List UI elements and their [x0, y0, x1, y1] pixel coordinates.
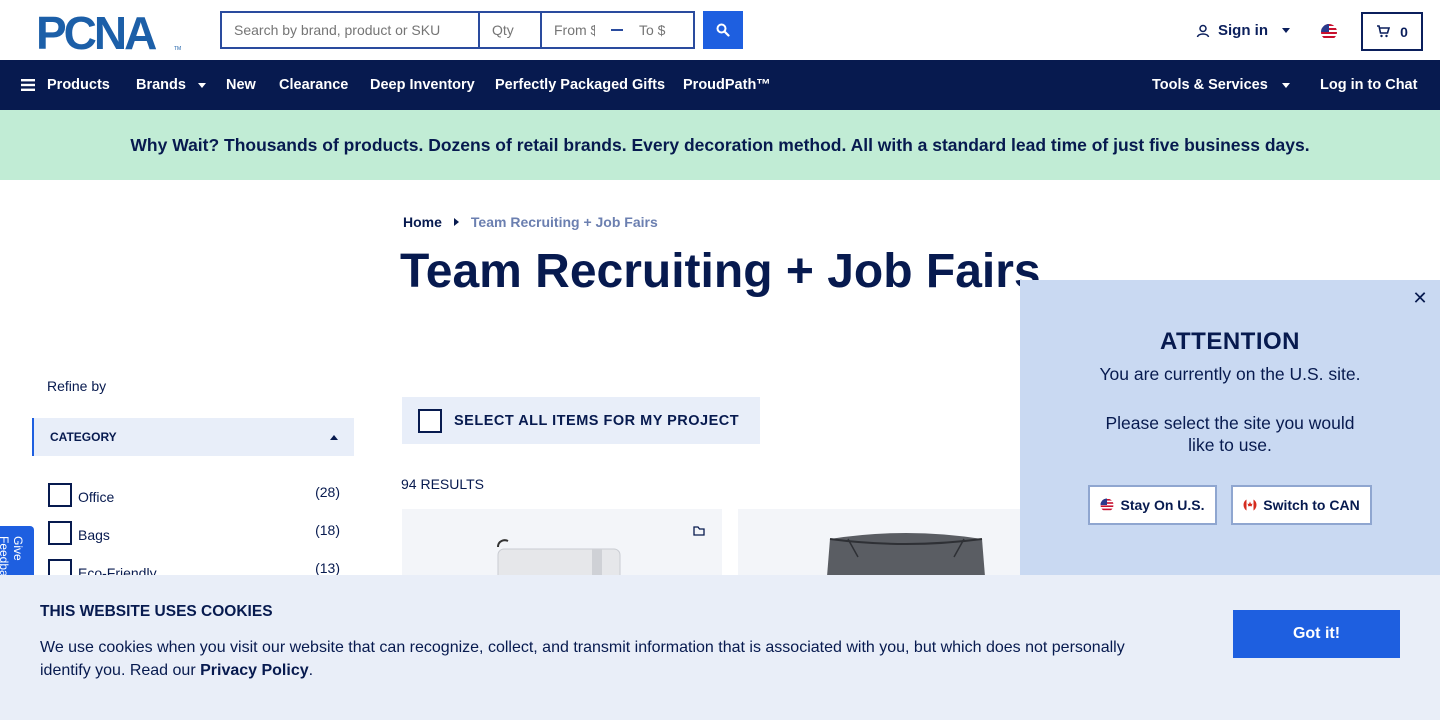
menu-icon	[21, 79, 35, 91]
stay-on-us-button[interactable]: Stay On U.S.	[1088, 485, 1217, 525]
canada-flag-icon	[1243, 498, 1257, 512]
switch-to-can-button[interactable]: Switch to CAN	[1231, 485, 1372, 525]
search-input[interactable]	[220, 11, 478, 49]
chevron-down-icon	[1282, 28, 1290, 33]
us-flag-icon[interactable]	[1320, 23, 1338, 41]
nav-brands[interactable]: Brands	[136, 60, 206, 110]
pcna-logo[interactable]: PCNA TM	[36, 12, 184, 52]
chevron-down-icon	[1281, 82, 1290, 88]
category-header-label: CATEGORY	[50, 430, 117, 444]
nav-deep-inventory-label: Deep Inventory	[370, 77, 475, 93]
stay-label: Stay On U.S.	[1120, 497, 1205, 513]
cart-icon	[1377, 25, 1391, 38]
nav-products-label: Products	[47, 77, 110, 93]
search-button[interactable]	[703, 11, 743, 49]
category-label: Bags	[78, 527, 110, 543]
category-count: (28)	[315, 484, 340, 500]
select-all-label: SELECT ALL ITEMS FOR MY PROJECT	[454, 412, 740, 429]
nav-new-label: New	[226, 77, 256, 93]
category-count: (18)	[315, 522, 340, 538]
cart-button[interactable]: 0	[1361, 12, 1423, 51]
nav-clearance-label: Clearance	[279, 77, 349, 93]
breadcrumb: Home Team Recruiting + Job Fairs	[403, 214, 658, 230]
nav-perfectly-packaged-gifts[interactable]: Perfectly Packaged Gifts	[495, 60, 665, 110]
nav-brands-label: Brands	[136, 77, 186, 93]
nav-tools-label: Tools & Services	[1152, 77, 1268, 93]
checkbox[interactable]	[48, 483, 72, 507]
chevron-up-icon	[330, 434, 338, 440]
category-filter-header[interactable]: CATEGORY	[32, 418, 354, 456]
site-header: PCNA TM Sign in	[0, 0, 1440, 60]
promo-text: Why Wait? Thousands of products. Dozens …	[130, 134, 1310, 155]
select-all-bar[interactable]: SELECT ALL ITEMS FOR MY PROJECT	[402, 397, 760, 444]
price-from-input[interactable]	[542, 13, 607, 47]
chevron-down-icon	[197, 82, 206, 88]
nav-proudpath-label: ProudPath™	[683, 77, 771, 93]
qty-input[interactable]	[478, 11, 540, 49]
popup-instructions: Please select the site you would like to…	[1105, 413, 1355, 455]
breadcrumb-current: Team Recruiting + Job Fairs	[470, 214, 658, 230]
chevron-right-icon	[453, 218, 459, 226]
sign-in-menu[interactable]: Sign in	[1196, 22, 1290, 39]
logo-text: PCNA	[36, 12, 156, 52]
price-range	[540, 11, 695, 49]
nav-new[interactable]: New	[226, 60, 256, 110]
cookie-tail: .	[308, 662, 314, 679]
nav-clearance[interactable]: Clearance	[279, 60, 348, 110]
nav-proudpath[interactable]: ProudPath™	[683, 60, 771, 110]
category-count: (13)	[315, 560, 340, 576]
breadcrumb-home[interactable]: Home	[403, 214, 442, 230]
site-selection-popup: ✕ ATTENTION You are currently on the U.S…	[1020, 280, 1440, 580]
svg-text:TM: TM	[174, 46, 181, 52]
nav-deep-inventory[interactable]: Deep Inventory	[370, 60, 475, 110]
popup-current-site: You are currently on the U.S. site.	[1099, 364, 1361, 384]
nav-tools-services[interactable]: Tools & Services	[1152, 60, 1290, 110]
promo-banner: Why Wait? Thousands of products. Dozens …	[0, 110, 1440, 180]
price-range-dash	[611, 29, 623, 31]
search-icon	[716, 23, 730, 37]
refine-by-label: Refine by	[47, 378, 107, 394]
category-option-office[interactable]: Office (28)	[48, 482, 340, 508]
cart-count: 0	[1400, 23, 1408, 40]
popup-title: ATTENTION	[1159, 328, 1301, 355]
got-it-button[interactable]: Got it!	[1233, 610, 1400, 658]
switch-label: Switch to CAN	[1263, 497, 1360, 513]
cookie-title: THIS WEBSITE USES COOKIES	[40, 603, 273, 620]
cookie-text: We use cookies when you visit our websit…	[40, 636, 1150, 682]
category-option-bags[interactable]: Bags (18)	[48, 520, 340, 546]
user-icon	[1196, 24, 1210, 37]
us-flag-icon	[1100, 498, 1114, 512]
nav-products[interactable]: Products	[21, 60, 110, 110]
page-title: Team Recruiting + Job Fairs	[400, 245, 1041, 298]
nav-chat-label: Log in to Chat	[1320, 77, 1418, 93]
privacy-policy-link[interactable]: Privacy Policy	[200, 662, 309, 679]
close-icon[interactable]: ✕	[1410, 288, 1430, 308]
search-group	[220, 11, 695, 49]
category-label: Office	[78, 489, 115, 505]
select-all-checkbox[interactable]	[418, 408, 442, 433]
nav-log-in-to-chat[interactable]: Log in to Chat	[1320, 60, 1417, 110]
sign-in-label: Sign in	[1218, 22, 1268, 39]
cookie-banner: THIS WEBSITE USES COOKIES We use cookies…	[0, 575, 1440, 720]
main-nav: Products Brands New Clearance Deep Inven…	[0, 60, 1440, 110]
checkbox[interactable]	[48, 521, 72, 545]
price-to-input[interactable]	[627, 13, 692, 47]
results-count: 94 RESULTS	[401, 476, 484, 492]
nav-gifts-label: Perfectly Packaged Gifts	[495, 77, 666, 93]
